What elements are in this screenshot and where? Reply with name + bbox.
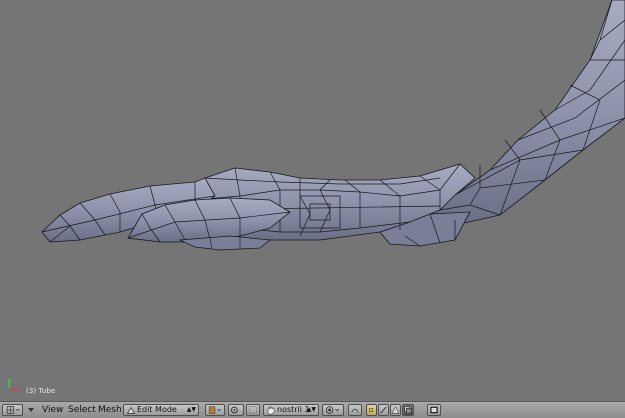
hand-icon — [267, 406, 275, 415]
edit-mode-icon — [127, 407, 135, 414]
svg-text:z: z — [10, 378, 12, 383]
render-button[interactable] — [427, 404, 441, 416]
viewport-type-icon — [6, 406, 20, 414]
pivot-button[interactable] — [228, 404, 244, 416]
mirror-icon — [351, 408, 359, 413]
axis-gizmo-icon: z — [5, 378, 19, 390]
pivot-icon — [231, 406, 238, 414]
edge-select-icon — [380, 406, 387, 414]
dropdown-arrow-icon: ▲▼ — [186, 406, 196, 413]
mode-label: Edit Mode — [137, 405, 177, 414]
mesh-model[interactable] — [0, 0, 625, 401]
proportional-edit-button[interactable] — [322, 404, 344, 416]
collapse-menus-button[interactable] — [26, 404, 36, 416]
menu-view[interactable]: View — [42, 404, 63, 416]
viewport-header: View Select Mesh Edit Mode ▲▼ nostril 1 … — [0, 401, 625, 418]
menu-select[interactable]: Select — [68, 404, 96, 416]
mirror-button[interactable] — [348, 404, 362, 416]
orientation-label: nostril 1 — [277, 405, 310, 414]
proportional-icon — [325, 406, 340, 414]
dropdown-arrow-icon: ▲▼ — [306, 406, 316, 413]
orientation-dropdown[interactable]: nostril 1 ▲▼ — [263, 404, 319, 416]
face-select-button[interactable] — [390, 404, 401, 416]
face-select-icon — [391, 406, 400, 414]
occlude-icon — [404, 406, 412, 414]
menu-mesh[interactable]: Mesh — [98, 404, 122, 416]
snap-button[interactable] — [246, 404, 260, 416]
3d-viewport[interactable]: z (3) Tube — [0, 0, 625, 401]
shading-icon — [208, 406, 222, 414]
viewport-type-button[interactable] — [2, 404, 23, 416]
snap-icon — [249, 406, 257, 414]
mode-dropdown[interactable]: Edit Mode ▲▼ — [123, 404, 199, 416]
render-icon — [430, 406, 438, 414]
edge-select-button[interactable] — [378, 404, 389, 416]
collapse-arrow-icon — [28, 408, 34, 412]
shading-button[interactable] — [205, 404, 225, 416]
active-object-label: (3) Tube — [26, 387, 56, 395]
vertex-select-button[interactable] — [366, 404, 377, 416]
vertex-select-icon — [369, 408, 373, 412]
occlude-geometry-button[interactable] — [402, 404, 414, 416]
